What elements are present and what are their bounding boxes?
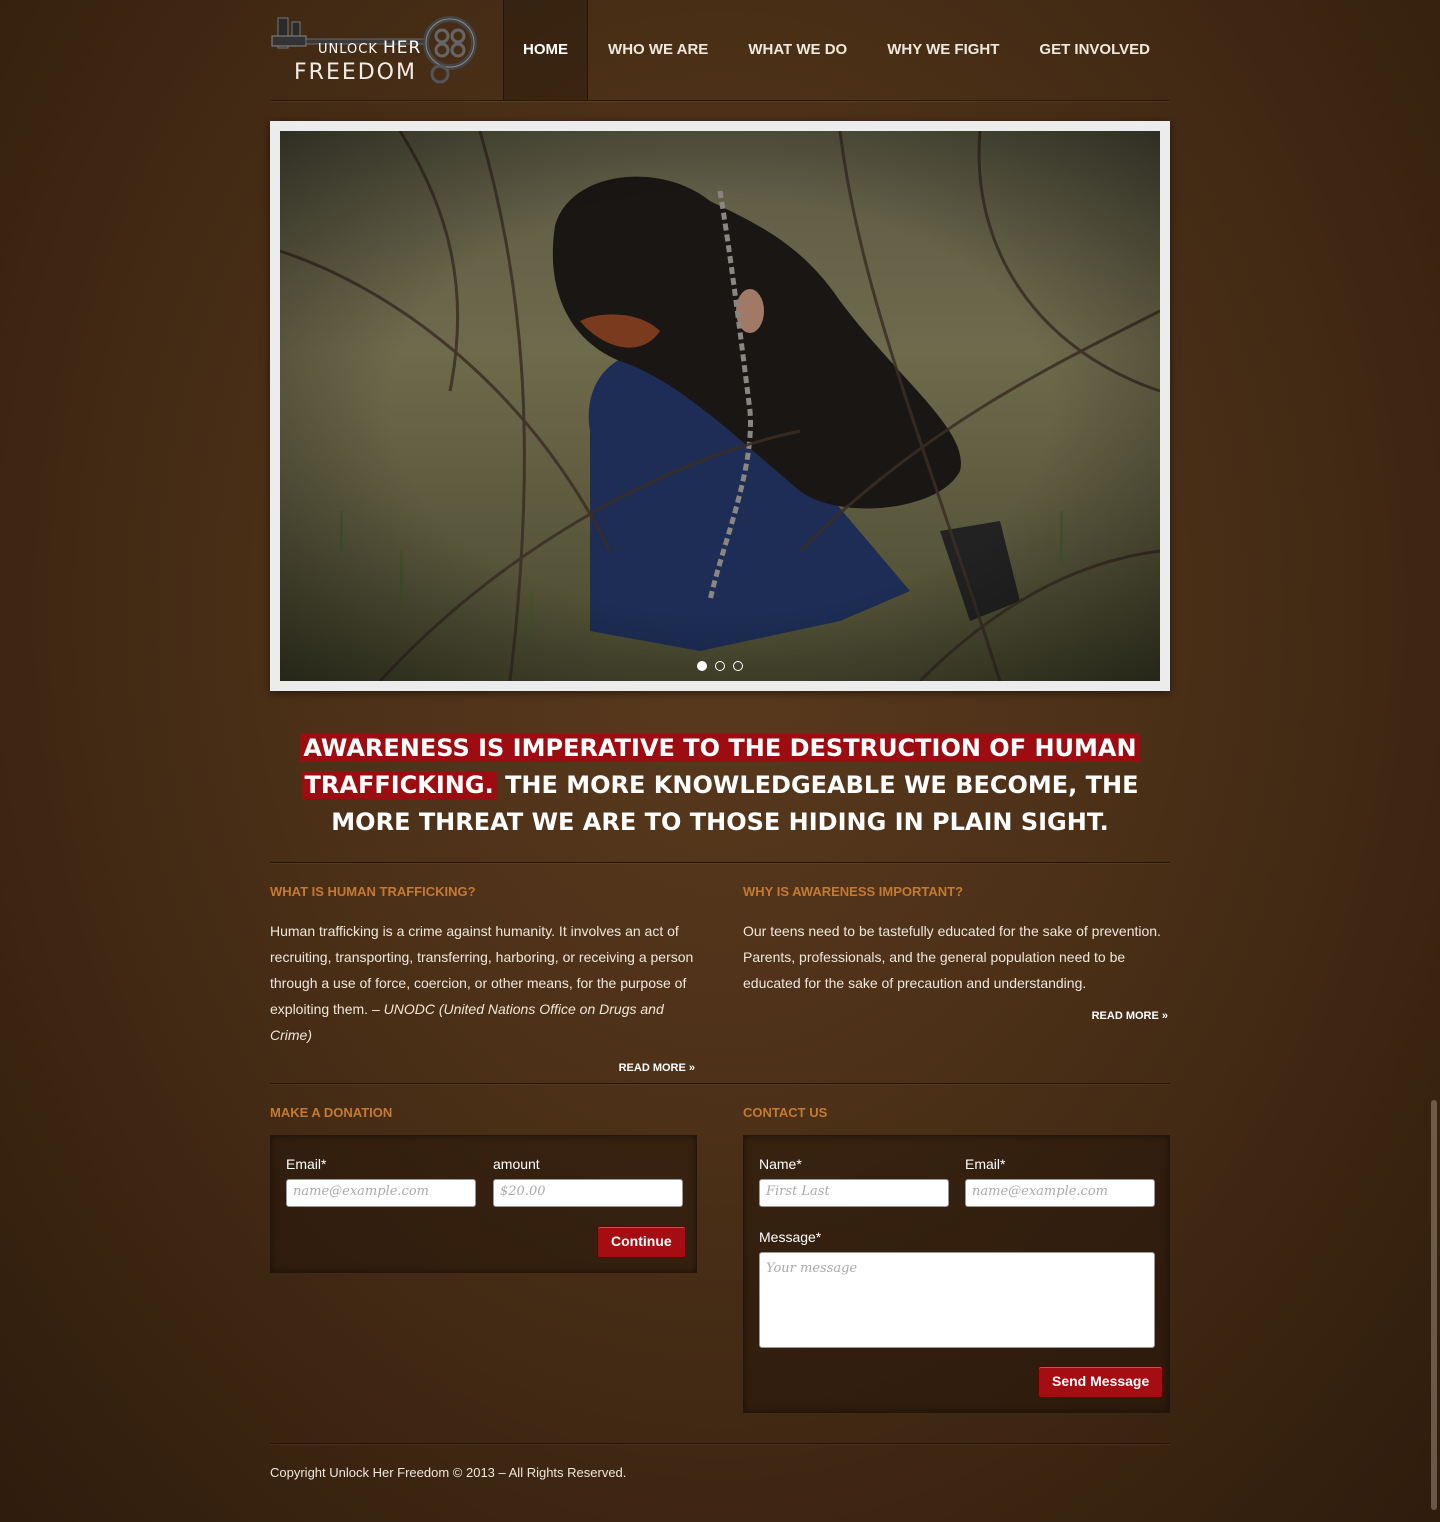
page-scrollbar[interactable] [1431, 1100, 1437, 1510]
contact-message-textarea[interactable]: Your message [759, 1252, 1155, 1348]
donation-amount-input[interactable]: $20.00 [493, 1179, 683, 1207]
nav-item-why-we-fight[interactable]: WHY WE FIGHT [867, 0, 1019, 100]
info-trafficking-text: Human trafficking is a crime against hum… [270, 923, 694, 1043]
contact-name-input[interactable]: First Last [759, 1179, 949, 1207]
headline-highlight: AWARENESS IS IMPERATIVE TO THE DESTRUCTI… [300, 734, 1140, 762]
page-container: UNLOCK HER FREEDOM HOME WHO WE ARE WHAT … [270, 0, 1170, 1480]
nav-item-get-involved[interactable]: GET INVOLVED [1019, 0, 1170, 100]
divider [270, 1443, 1170, 1444]
main-nav: HOME WHO WE ARE WHAT WE DO WHY WE FIGHT … [503, 0, 1170, 100]
contact-title: CONTACT US [743, 1105, 828, 1120]
logo-text-top: UNLOCK HER [318, 38, 422, 58]
hero-slider [270, 121, 1170, 691]
slider-dot-1[interactable] [697, 661, 707, 671]
headline-highlight-2: TRAFFICKING. [301, 771, 497, 799]
donation-amount-label: amount [493, 1156, 540, 1172]
site-logo[interactable]: UNLOCK HER FREEDOM [270, 12, 480, 88]
read-more-link[interactable]: READ MORE » [743, 1010, 1168, 1022]
info-awareness-text: Our teens need to be tastefully educated… [743, 923, 1161, 991]
logo-text-bottom: FREEDOM [294, 60, 417, 85]
continue-button[interactable]: Continue [597, 1226, 686, 1258]
slider-dot-3[interactable] [733, 661, 743, 671]
contact-email-input[interactable]: name@example.com [965, 1179, 1155, 1207]
slider-dots [280, 661, 1160, 671]
donation-form: Email* name@example.com amount $20.00 Co… [270, 1135, 697, 1273]
info-awareness: WHY IS AWARENESS IMPORTANT? Our teens ne… [743, 884, 1168, 1022]
site-header: UNLOCK HER FREEDOM HOME WHO WE ARE WHAT … [270, 0, 1170, 101]
read-more-link[interactable]: READ MORE » [270, 1062, 695, 1074]
hero-photo [280, 131, 1160, 681]
divider [270, 1083, 1170, 1084]
contact-message-label: Message* [759, 1229, 822, 1245]
contact-name-label: Name* [759, 1156, 802, 1172]
nav-item-what-we-do[interactable]: WHAT WE DO [728, 0, 867, 100]
nav-item-home[interactable]: HOME [503, 0, 589, 100]
mission-headline: AWARENESS IS IMPERATIVE TO THE DESTRUCTI… [270, 730, 1170, 841]
footer-copyright: Copyright Unlock Her Freedom © 2013 – Al… [270, 1465, 627, 1480]
nav-item-who-we-are[interactable]: WHO WE ARE [588, 0, 728, 100]
send-message-button[interactable]: Send Message [1038, 1366, 1164, 1398]
donation-email-input[interactable]: name@example.com [286, 1179, 476, 1207]
info-awareness-title: WHY IS AWARENESS IMPORTANT? [743, 884, 964, 899]
contact-form: Name* First Last Email* name@example.com… [743, 1135, 1170, 1413]
info-trafficking: WHAT IS HUMAN TRAFFICKING? Human traffic… [270, 884, 695, 1074]
divider [270, 862, 1170, 863]
donation-email-label: Email* [286, 1156, 327, 1172]
contact-email-label: Email* [965, 1156, 1006, 1172]
hero-image [280, 131, 1160, 681]
donation-title: MAKE A DONATION [270, 1105, 393, 1120]
slider-dot-2[interactable] [715, 661, 725, 671]
info-trafficking-title: WHAT IS HUMAN TRAFFICKING? [270, 884, 476, 899]
